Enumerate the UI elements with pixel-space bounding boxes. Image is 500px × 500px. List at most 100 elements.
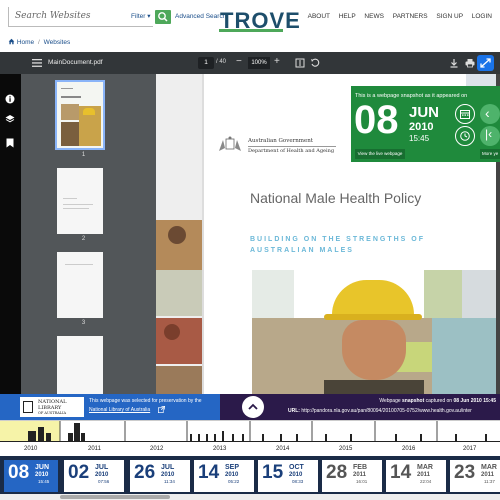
zoom-level[interactable]: 100% <box>248 57 270 69</box>
thumbnail-number: 3 <box>81 320 86 326</box>
rotate-icon[interactable] <box>310 58 320 68</box>
nav-sign-up[interactable]: SIGN UP <box>436 13 463 20</box>
snapshot-date-card[interactable]: 15 OCT 2010 08:33 <box>258 460 318 492</box>
gov-name: Australian Government <box>248 138 314 144</box>
snapshot-date-card[interactable]: 08 JUN 2010 15:45 <box>4 460 58 492</box>
capture-url[interactable]: http://pandora.nla.gov.au/pan/80094/2010… <box>301 408 472 414</box>
fullscreen-button[interactable] <box>477 55 494 71</box>
timeline-year-2012[interactable]: 2012 <box>150 446 163 452</box>
nla-logo[interactable]: NATIONAL LIBRARY OF AUSTRALIA <box>20 397 84 417</box>
date-month: JUN <box>35 464 50 471</box>
date-day: 02 <box>68 462 90 483</box>
first-snapshot-button[interactable]: |‹ <box>480 126 500 146</box>
calendar-button[interactable] <box>455 104 475 124</box>
snapshot-month: JUN <box>409 104 440 121</box>
nav-news[interactable]: NEWS <box>364 13 384 20</box>
capture-snapshot-word: snapshot <box>402 398 425 404</box>
search-icon <box>158 12 168 22</box>
timeline-year-2015[interactable]: 2015 <box>339 446 352 452</box>
snapshot-date-card[interactable]: 02 JUL 2010 07:56 <box>64 460 124 492</box>
capture-date: 08 Jun 2010 15:45 <box>453 398 496 404</box>
date-month: JUL <box>95 464 109 471</box>
info-icon[interactable] <box>5 94 15 104</box>
bookmark-icon[interactable] <box>6 138 14 148</box>
snapshot-panel: This is a webpage snapshot as it appeare… <box>351 86 500 162</box>
snapshot-day: 08 <box>354 98 399 142</box>
page-total: / 40 <box>216 59 227 65</box>
document-subtitle-1: BUILDING ON THE STRENGTHS OF <box>250 236 425 243</box>
snapshot-info-bar: Webpage snapshot captured on 08 Jun 2010… <box>220 394 500 420</box>
left-rail <box>0 74 21 394</box>
nav-login[interactable]: LOGIN <box>472 13 492 20</box>
nav-about[interactable]: ABOUT <box>308 13 330 20</box>
more-years-button[interactable]: More ye <box>480 149 500 159</box>
advanced-search-link[interactable]: Advanced Search <box>175 13 226 20</box>
date-time: 11:37 <box>484 479 495 484</box>
timeline-ticks <box>59 421 487 441</box>
date-year: 2010 <box>35 472 49 478</box>
thumbnail-page-4[interactable] <box>57 336 103 394</box>
nav-partners[interactable]: PARTNERS <box>393 13 428 20</box>
filter-dropdown[interactable]: Filter ▾ <box>131 12 151 20</box>
chevron-up-icon <box>248 403 258 410</box>
capture-info: Webpage snapshot captured on 08 Jun 2010… <box>379 398 496 404</box>
zoom-out-icon[interactable]: − <box>236 56 242 67</box>
snapshot-date-card[interactable]: 26 JUL 2010 11:34 <box>130 460 190 492</box>
date-day: 26 <box>134 462 156 483</box>
thumbnail-page-2[interactable] <box>57 168 103 234</box>
nla-bar: NATIONAL LIBRARY OF AUSTRALIA This webpa… <box>0 394 220 420</box>
hard-hat <box>332 280 414 318</box>
expand-icon <box>480 58 491 68</box>
nla-text: This webpage was selected for preservati… <box>89 398 202 404</box>
date-month: OCT <box>289 464 304 471</box>
date-time: 07:56 <box>98 479 110 484</box>
timeline-year-2014[interactable]: 2014 <box>276 446 289 452</box>
nav-help[interactable]: HELP <box>339 13 356 20</box>
pdf-toolbar: MainDocument.pdf 1 / 40 − 100% + <box>0 52 500 74</box>
horizontal-scrollbar[interactable] <box>0 494 500 500</box>
search-button[interactable] <box>155 10 171 24</box>
thumbnail-page-1[interactable] <box>55 80 105 150</box>
thumbnail-page-3[interactable] <box>57 252 103 318</box>
date-month: JUL <box>161 464 175 471</box>
timeline-year-2017[interactable]: 2017 <box>463 446 476 452</box>
nla-link[interactable]: National Library of Australia <box>89 407 150 413</box>
chevron-first-icon: |‹ <box>485 127 493 141</box>
collapse-button[interactable] <box>242 396 264 418</box>
print-icon[interactable] <box>465 58 475 68</box>
zoom-in-icon[interactable]: + <box>274 56 280 67</box>
snapshot-date-card[interactable]: 14 MAR 2011 22:04 <box>386 460 446 492</box>
snapshot-date-card[interactable]: 14 SEP 2010 05:22 <box>194 460 254 492</box>
timeline-year-2010[interactable]: 2010 <box>24 446 37 452</box>
thumbnail-number: 1 <box>81 152 86 158</box>
layers-icon[interactable] <box>5 114 15 124</box>
snapshot-date-card[interactable]: 28 FEB 2011 16:01 <box>322 460 382 492</box>
breadcrumb-separator: / <box>37 39 40 46</box>
pdf-filename: MainDocument.pdf <box>48 59 103 66</box>
date-time: 08:33 <box>292 479 304 484</box>
menu-icon[interactable] <box>32 58 42 68</box>
capture-url-line: URL: http://pandora.nla.gov.au/pan/80094… <box>288 408 498 414</box>
top-nav: ABOUT HELP NEWS PARTNERS SIGN UP LOGIN <box>301 13 492 20</box>
thumbnail-sidebar: 1 2 3 <box>21 74 146 394</box>
timeline[interactable]: 2010 2011 2012 2013 2014 2015 2016 2017 <box>0 420 500 456</box>
page-number-input[interactable]: 1 <box>198 57 214 69</box>
timeline-year-2011[interactable]: 2011 <box>88 446 101 452</box>
download-icon[interactable] <box>449 58 459 68</box>
timeline-year-2016[interactable]: 2016 <box>402 446 415 452</box>
clock-button[interactable] <box>455 126 475 146</box>
breadcrumb-current[interactable]: Websites <box>44 39 71 46</box>
thumbnail-number: 2 <box>81 236 86 242</box>
prev-snapshot-button[interactable]: ‹ <box>480 104 500 124</box>
document-subtitle-2: AUSTRALIAN MALES <box>250 247 354 254</box>
date-year: 2010 <box>95 472 109 478</box>
clock-icon <box>460 131 470 141</box>
view-live-button[interactable]: View the live webpage <box>355 149 405 159</box>
fit-page-icon[interactable] <box>295 58 305 68</box>
breadcrumb-home[interactable]: Home <box>17 39 34 46</box>
breadcrumb: Home / Websites <box>8 38 70 46</box>
snapshot-time: 15:45 <box>409 134 430 143</box>
timeline-year-2013[interactable]: 2013 <box>213 446 226 452</box>
url-label: URL: <box>288 408 300 414</box>
snapshot-date-card[interactable]: 23 MAR 2011 11:37 <box>450 460 500 492</box>
